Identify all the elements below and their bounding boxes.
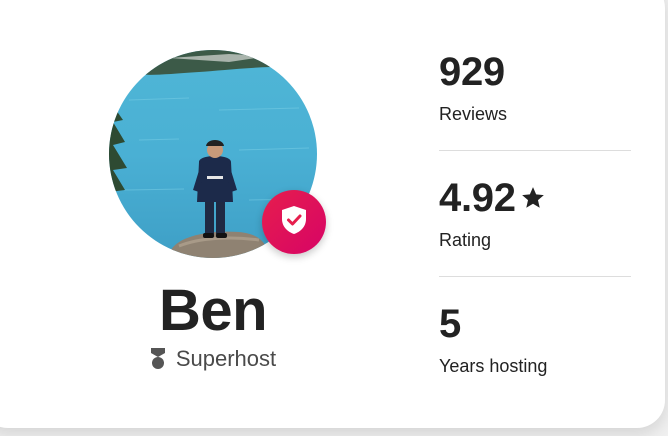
stats-divider [439,276,631,277]
stat-rating: 4.92 Rating [439,174,631,252]
superhost-medal-icon [150,348,166,370]
years-hosting-label: Years hosting [439,356,548,376]
reviews-count: 929 [439,50,505,94]
star-icon [520,174,546,222]
rating-value: 4.92 [439,176,516,220]
host-name: Ben [158,278,268,343]
reviews-label: Reviews [439,104,508,124]
shield-check-icon [281,205,307,240]
years-hosting-value: 5 [439,302,461,346]
host-role-label: Superhost [175,346,277,371]
stats-divider [439,150,631,151]
stat-years-hosting: 5 Years hosting [439,300,631,378]
verified-badge [262,190,326,254]
stat-reviews: 929 Reviews [439,48,631,126]
rating-label: Rating [439,230,492,250]
rating-value-row: 4.92 [439,174,631,222]
superhost-tag: Superhost [109,346,317,372]
